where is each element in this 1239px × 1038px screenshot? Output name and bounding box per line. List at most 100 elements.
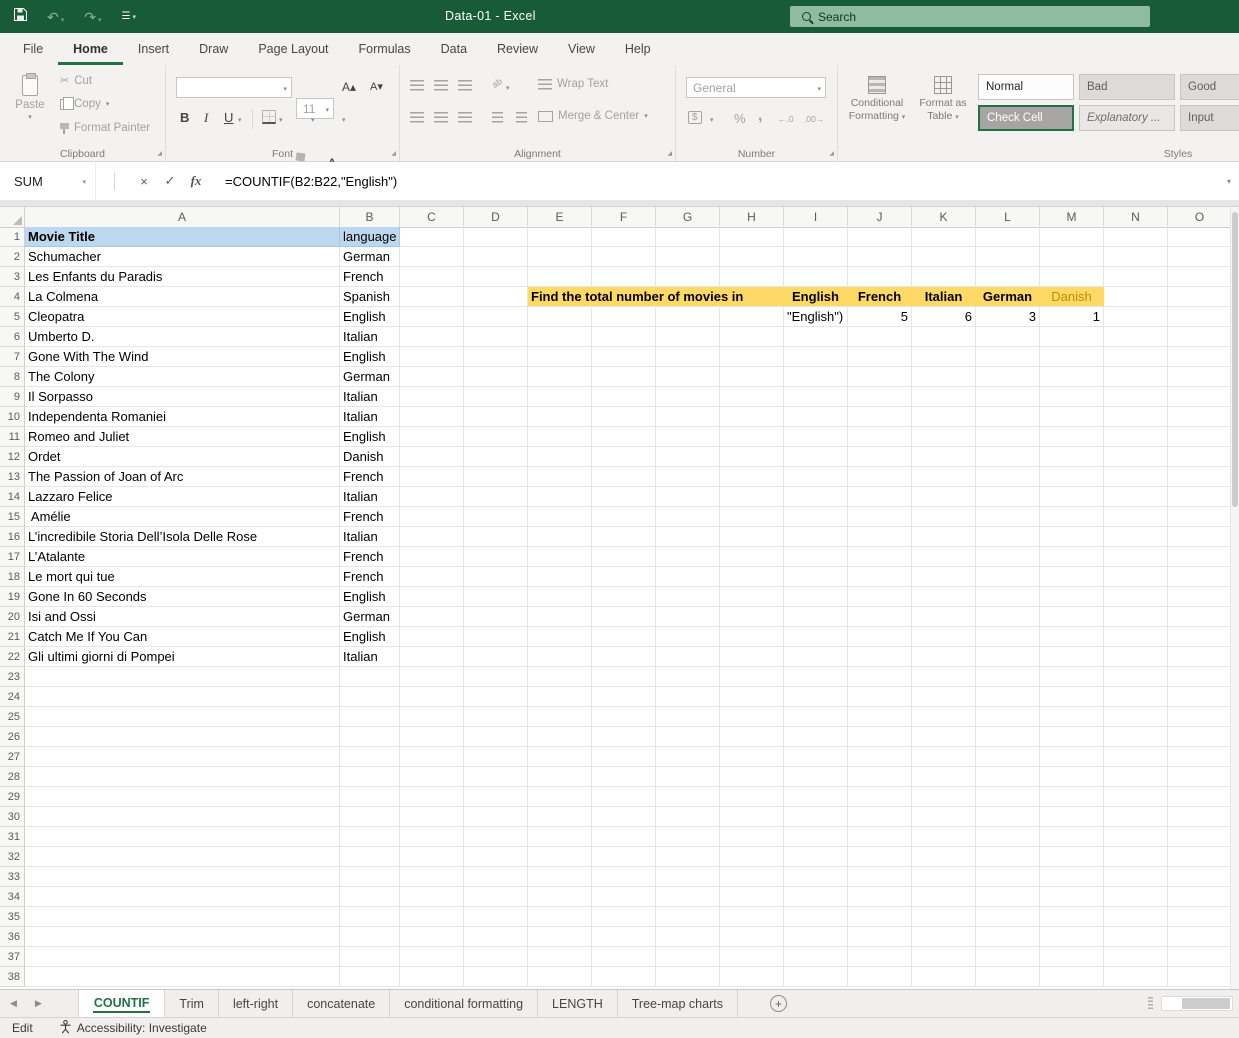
cell-K28[interactable] [912, 767, 976, 787]
cell-M30[interactable] [1040, 807, 1104, 827]
column-header-C[interactable]: C [400, 207, 464, 228]
cell-E11[interactable] [528, 427, 592, 447]
row-header-28[interactable]: 28 [0, 767, 25, 787]
cell-I9[interactable] [784, 387, 848, 407]
cell-J37[interactable] [848, 947, 912, 967]
cell-D26[interactable] [464, 727, 528, 747]
cell-H34[interactable] [720, 887, 784, 907]
cell-M26[interactable] [1040, 727, 1104, 747]
cell-F18[interactable] [592, 567, 656, 587]
cell-B10[interactable]: Italian [340, 407, 400, 427]
cell-G22[interactable] [656, 647, 720, 667]
cell-L25[interactable] [976, 707, 1040, 727]
cell-H3[interactable] [720, 267, 784, 287]
cell-M29[interactable] [1040, 787, 1104, 807]
cell-N15[interactable] [1104, 507, 1168, 527]
cell-A22[interactable]: Gli ultimi giorni di Pompei [25, 647, 340, 667]
cell-I12[interactable] [784, 447, 848, 467]
column-header-F[interactable]: F [592, 207, 656, 228]
cell-E32[interactable] [528, 847, 592, 867]
format-as-table-button[interactable]: Format as Table ▾ [914, 70, 972, 123]
cell-M8[interactable] [1040, 367, 1104, 387]
cell-E31[interactable] [528, 827, 592, 847]
cell-I8[interactable] [784, 367, 848, 387]
cell-G23[interactable] [656, 667, 720, 687]
search-box[interactable] [790, 6, 1150, 27]
cell-style-good[interactable]: Good [1180, 74, 1239, 100]
row-header-12[interactable]: 12 [0, 447, 25, 467]
cell-C13[interactable] [400, 467, 464, 487]
cell-H36[interactable] [720, 927, 784, 947]
cell-H28[interactable] [720, 767, 784, 787]
align-center-icon[interactable] [434, 112, 448, 123]
cell-C32[interactable] [400, 847, 464, 867]
row-header-19[interactable]: 19 [0, 587, 25, 607]
cell-I11[interactable] [784, 427, 848, 447]
cell-A27[interactable] [25, 747, 340, 767]
cell-K2[interactable] [912, 247, 976, 267]
cell-E25[interactable] [528, 707, 592, 727]
column-header-A[interactable]: A [25, 207, 340, 228]
decrease-font-size-icon[interactable]: A▾ [370, 82, 383, 93]
cell-G1[interactable] [656, 227, 720, 247]
cell-O10[interactable] [1168, 407, 1232, 427]
conditional-formatting-button[interactable]: Conditional Formatting ▾ [846, 70, 908, 123]
row-header-31[interactable]: 31 [0, 827, 25, 847]
row-header-20[interactable]: 20 [0, 607, 25, 627]
cell-J14[interactable] [848, 487, 912, 507]
cell-H7[interactable] [720, 347, 784, 367]
cell-G6[interactable] [656, 327, 720, 347]
ribbon-tab-help[interactable]: Help [610, 33, 666, 65]
cell-L32[interactable] [976, 847, 1040, 867]
cell-N11[interactable] [1104, 427, 1168, 447]
cell-N23[interactable] [1104, 667, 1168, 687]
cell-D7[interactable] [464, 347, 528, 367]
cell-B34[interactable] [340, 887, 400, 907]
cell-J2[interactable] [848, 247, 912, 267]
cell-A2[interactable]: Schumacher [25, 247, 340, 267]
cell-L26[interactable] [976, 727, 1040, 747]
cell-D24[interactable] [464, 687, 528, 707]
column-header-H[interactable]: H [720, 207, 784, 228]
cell-M4[interactable]: Danish [1040, 287, 1104, 307]
cell-L31[interactable] [976, 827, 1040, 847]
cell-G24[interactable] [656, 687, 720, 707]
cell-F6[interactable] [592, 327, 656, 347]
cell-D2[interactable] [464, 247, 528, 267]
add-sheet-button[interactable]: + [769, 995, 787, 1012]
cell-E24[interactable] [528, 687, 592, 707]
cell-K34[interactable] [912, 887, 976, 907]
cell-N31[interactable] [1104, 827, 1168, 847]
cell-E21[interactable] [528, 627, 592, 647]
cell-N33[interactable] [1104, 867, 1168, 887]
cell-O20[interactable] [1168, 607, 1232, 627]
align-bottom-icon[interactable] [458, 80, 472, 91]
cell-E2[interactable] [528, 247, 592, 267]
vertical-scrollbar-thumb[interactable] [1232, 212, 1238, 507]
cell-O15[interactable] [1168, 507, 1232, 527]
cell-N12[interactable] [1104, 447, 1168, 467]
underline-dropdown-icon[interactable]: ▾ [238, 117, 242, 124]
cell-O13[interactable] [1168, 467, 1232, 487]
cell-I20[interactable] [784, 607, 848, 627]
sheet-tab-trim[interactable]: Trim [165, 990, 219, 1017]
cell-O29[interactable] [1168, 787, 1232, 807]
cell-J21[interactable] [848, 627, 912, 647]
cell-A19[interactable]: Gone In 60 Seconds [25, 587, 340, 607]
cell-N19[interactable] [1104, 587, 1168, 607]
cell-M1[interactable] [1040, 227, 1104, 247]
cell-H18[interactable] [720, 567, 784, 587]
cell-K11[interactable] [912, 427, 976, 447]
cell-C31[interactable] [400, 827, 464, 847]
underline-button[interactable]: U [224, 111, 233, 124]
cell-E3[interactable] [528, 267, 592, 287]
cell-C16[interactable] [400, 527, 464, 547]
cell-O7[interactable] [1168, 347, 1232, 367]
cell-K38[interactable] [912, 967, 976, 987]
cell-K15[interactable] [912, 507, 976, 527]
cell-J3[interactable] [848, 267, 912, 287]
cell-H6[interactable] [720, 327, 784, 347]
cell-D4[interactable] [464, 287, 528, 307]
cell-N28[interactable] [1104, 767, 1168, 787]
cell-I33[interactable] [784, 867, 848, 887]
